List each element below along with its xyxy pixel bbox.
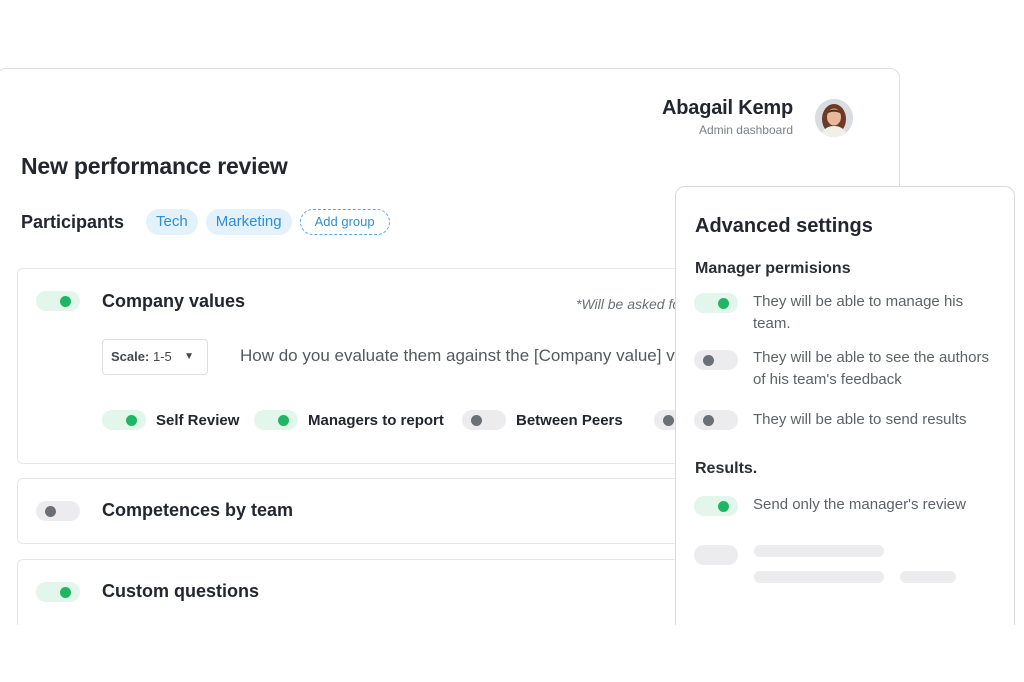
toggle-knob — [60, 587, 71, 598]
managers-to-report-label: Managers to report — [308, 412, 444, 429]
scale-select[interactable]: Scale: 1-5 ▼ — [102, 339, 208, 375]
see-authors-label: They will be able to see the authors of … — [753, 349, 989, 388]
self-review-label: Self Review — [156, 412, 240, 429]
company-values-toggle[interactable] — [36, 291, 80, 311]
skeleton-line — [754, 571, 884, 583]
custom-questions-title: Custom questions — [102, 581, 260, 601]
add-group-button[interactable]: Add group — [299, 209, 390, 235]
bottom-fade — [0, 625, 1024, 682]
toggle-knob — [703, 355, 714, 366]
advanced-settings-title: Advanced settings — [695, 215, 873, 237]
avatar[interactable] — [815, 99, 853, 137]
between-peers-toggle[interactable] — [462, 410, 506, 430]
participants-row: Participants Tech Marketing Add group — [21, 209, 398, 235]
toggle-knob — [278, 415, 289, 426]
user-info: Abagail Kemp Admin dashboard — [662, 97, 793, 137]
participants-label: Participants — [21, 211, 125, 232]
user-role: Admin dashboard — [698, 123, 793, 137]
question-text: How do you evaluate them against the [Co… — [240, 346, 685, 365]
toggle-knob — [663, 415, 674, 426]
avatar-photo-icon — [815, 99, 853, 137]
user-name: Abagail Kemp — [662, 97, 793, 119]
results-heading: Results. — [695, 460, 758, 477]
toggle-knob — [126, 415, 137, 426]
toggle-knob — [718, 298, 729, 309]
competences-title: Competences by team — [102, 500, 294, 520]
toggle-knob — [471, 415, 482, 426]
managers-to-report-toggle[interactable] — [254, 410, 298, 430]
manage-team-label: They will be able to manage his team. — [753, 293, 964, 332]
between-peers-label: Between Peers — [516, 412, 623, 429]
toggle-knob — [45, 506, 56, 517]
see-authors-toggle[interactable] — [694, 350, 738, 370]
dropdown-triangle-icon: ▼ — [184, 351, 194, 362]
skeleton-toggle — [694, 545, 738, 565]
skeleton-line — [900, 571, 956, 583]
scale-value: 1-5 — [152, 349, 172, 364]
skeleton-line — [754, 545, 884, 557]
company-values-title: Company values — [102, 291, 246, 311]
scale-label: Scale: — [111, 349, 150, 364]
custom-questions-toggle[interactable] — [36, 582, 80, 602]
competences-toggle[interactable] — [36, 501, 80, 521]
manager-permissions-heading: Manager permisions — [695, 260, 851, 277]
self-review-toggle[interactable] — [102, 410, 146, 430]
manager-review-only-label: Send only the manager's review — [753, 496, 966, 513]
group-chip-marketing[interactable]: Marketing — [205, 209, 292, 235]
toggle-knob — [703, 415, 714, 426]
manage-team-toggle[interactable] — [694, 293, 738, 313]
group-chip-tech[interactable]: Tech — [146, 209, 198, 235]
advanced-settings-panel: Advanced settings Manager permisions The… — [675, 186, 1015, 656]
page-title: New performance review — [21, 153, 288, 179]
send-results-label: They will be able to send results — [753, 411, 967, 428]
manager-review-only-toggle[interactable] — [694, 496, 738, 516]
asked-note: *Will be asked fo — [576, 296, 681, 312]
toggle-knob — [60, 296, 71, 307]
toggle-knob — [718, 501, 729, 512]
send-results-toggle[interactable] — [694, 410, 738, 430]
